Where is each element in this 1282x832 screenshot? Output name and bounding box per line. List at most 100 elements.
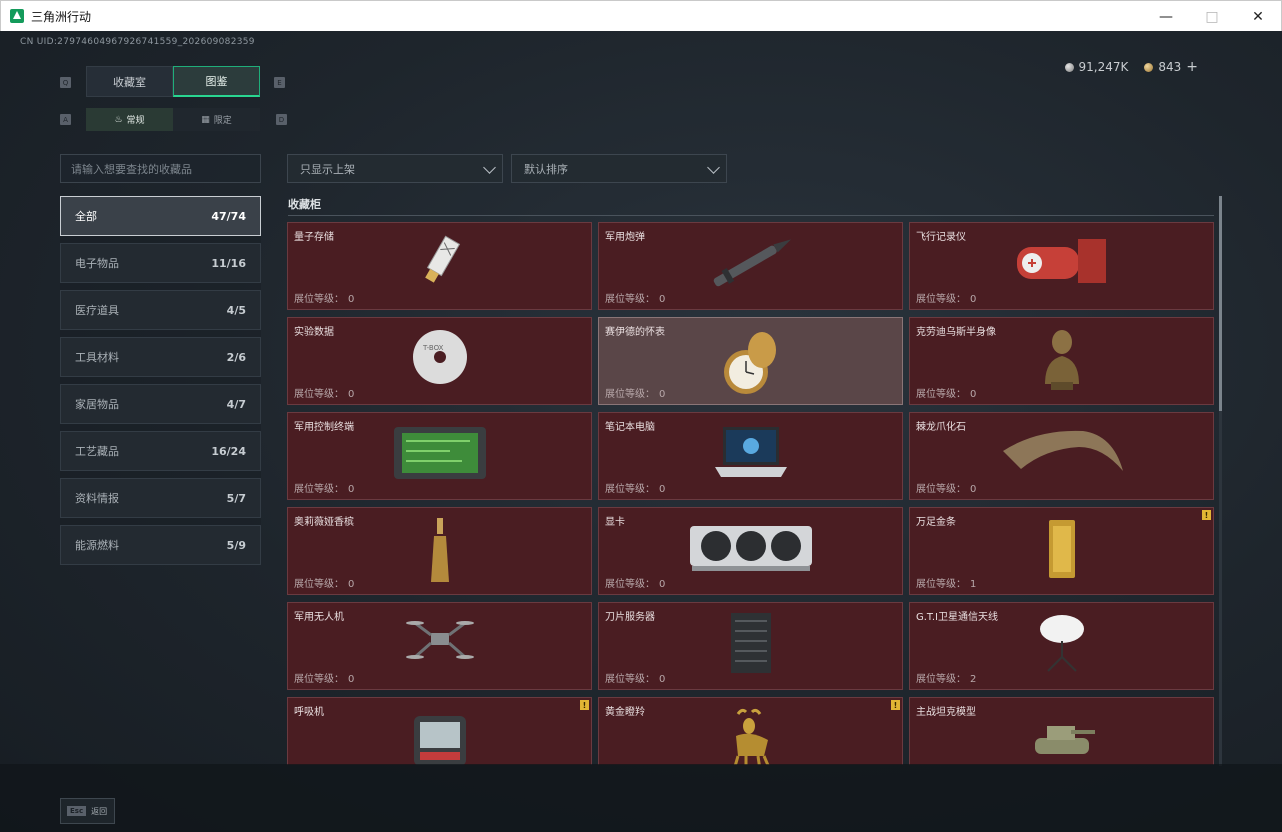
booth-level: 展位等级： 0	[294, 290, 354, 305]
subtab-limited[interactable]: ▦ 限定	[173, 108, 260, 131]
booth-level-label: 展位等级：	[916, 389, 966, 400]
collection-card[interactable]: 黄金瞪羚!	[598, 697, 903, 765]
booth-level-value: 0	[970, 294, 977, 305]
grid-icon: ▦	[201, 114, 210, 125]
booth-level: 展位等级： 0	[916, 480, 976, 495]
currency-gold[interactable]: 843 +	[1144, 59, 1198, 75]
collection-card[interactable]: 主战坦克模型	[909, 697, 1214, 765]
chevron-down-icon	[483, 161, 496, 174]
cabinet-title: 收藏柜	[288, 198, 321, 211]
booth-level-label: 展位等级：	[916, 484, 966, 495]
sub-tabs: ♨ 常规 ▦ 限定	[86, 108, 260, 131]
tab-codex[interactable]: 图鉴	[173, 66, 260, 97]
tab-collection-room[interactable]: 收藏室	[86, 66, 173, 97]
shelf-filter-value: 只显示上架	[300, 162, 355, 176]
cabinet-grid-viewport[interactable]: 量子存储 展位等级： 0 军用炮弹 展位等级： 0 飞行记录仪 展位等级： 0 实验数据 T-BOX…	[287, 222, 1214, 765]
booth-level: 展位等级： 0	[605, 575, 665, 590]
booth-level-value: 0	[659, 294, 666, 305]
category-item[interactable]: 资料情报 5/7	[60, 478, 261, 518]
category-count: 5/9	[226, 538, 246, 552]
cabinet-scrollbar[interactable]	[1219, 196, 1222, 766]
item-name: 棘龙爪化石	[916, 422, 966, 433]
collection-card[interactable]: 刀片服务器 展位等级： 0	[598, 602, 903, 690]
category-count: 4/7	[226, 397, 246, 411]
search-input[interactable]: 请输入想要查找的收藏品	[60, 154, 261, 183]
collection-card[interactable]: 军用控制终端 展位等级： 0	[287, 412, 592, 500]
collection-card[interactable]: 笔记本电脑 展位等级： 0	[598, 412, 903, 500]
minimize-icon[interactable]: —	[1143, 1, 1189, 32]
collection-card[interactable]: 呼吸机!	[287, 697, 592, 765]
collection-card[interactable]: 军用无人机展位等级： 0	[287, 602, 592, 690]
booth-level-value: 0	[348, 294, 355, 305]
category-label: 工具材料	[75, 351, 119, 364]
booth-level-label: 展位等级：	[916, 579, 966, 590]
alert-badge-icon: !	[1202, 510, 1211, 520]
collection-card[interactable]: 棘龙爪化石展位等级： 0	[909, 412, 1214, 500]
item-name: G.T.I卫星通信天线	[916, 612, 998, 623]
key-hint-e: E	[274, 77, 285, 88]
collection-card[interactable]: 显卡展位等级： 0	[598, 507, 903, 595]
sort-dropdown[interactable]: 默认排序	[511, 154, 727, 183]
cabinet-divider	[288, 215, 1214, 216]
booth-level-value: 0	[348, 579, 355, 590]
svg-text:T-BOX: T-BOX	[422, 344, 444, 352]
key-hint-q: Q	[60, 77, 71, 88]
booth-level: 展位等级： 0	[605, 670, 665, 685]
maximize-icon[interactable]: □	[1189, 1, 1235, 32]
item-image	[716, 706, 786, 765]
collection-card[interactable]: 飞行记录仪 展位等级： 0	[909, 222, 1214, 310]
booth-level-value: 0	[659, 674, 666, 685]
item-image	[711, 421, 791, 489]
collection-card[interactable]: 万足金条 展位等级： 1!	[909, 507, 1214, 595]
collection-card[interactable]: 实验数据 T-BOX 展位等级： 0	[287, 317, 592, 405]
window-controls: — □ ✕	[1143, 1, 1281, 32]
collection-card[interactable]: 军用炮弹 展位等级： 0	[598, 222, 903, 310]
category-item[interactable]: 电子物品 11/16	[60, 243, 261, 283]
booth-level-value: 0	[348, 484, 355, 495]
esc-key-hint: Esc	[67, 806, 87, 816]
item-image: T-BOX	[409, 326, 471, 392]
back-label: 返回	[91, 806, 108, 816]
item-name: 呼吸机	[294, 707, 324, 718]
item-image	[408, 706, 472, 765]
subtab-regular-label: 常规	[126, 116, 145, 126]
collection-card[interactable]: 量子存储 展位等级： 0	[287, 222, 592, 310]
booth-level-value: 0	[659, 579, 666, 590]
close-icon[interactable]: ✕	[1235, 1, 1281, 32]
item-image	[725, 611, 777, 679]
shelf-filter-dropdown[interactable]: 只显示上架	[287, 154, 503, 183]
item-name: 军用无人机	[294, 612, 344, 623]
item-name: 实验数据	[294, 327, 334, 338]
booth-level: 展位等级： 0	[605, 385, 665, 400]
category-item[interactable]: 全部 47/74	[60, 196, 261, 236]
scrollbar-thumb[interactable]	[1219, 196, 1222, 411]
booth-level-value: 0	[348, 674, 355, 685]
category-item[interactable]: 医疗道具 4/5	[60, 290, 261, 330]
item-name: 显卡	[605, 517, 625, 528]
category-item[interactable]: 家居物品 4/7	[60, 384, 261, 424]
currency-silver: 91,247K	[1064, 60, 1128, 74]
category-item[interactable]: 工具材料 2/6	[60, 337, 261, 377]
category-item[interactable]: 能源燃料 5/9	[60, 525, 261, 565]
sort-value: 默认排序	[524, 162, 568, 176]
subtab-regular[interactable]: ♨ 常规	[86, 108, 173, 131]
category-label: 家居物品	[75, 398, 119, 411]
alert-badge-icon: !	[580, 700, 589, 710]
key-hint-d: D	[276, 114, 287, 125]
collection-card[interactable]: 奥莉薇娅香槟 展位等级： 0	[287, 507, 592, 595]
category-item[interactable]: 工艺藏品 16/24	[60, 431, 261, 471]
booth-level: 展位等级： 0	[916, 290, 976, 305]
add-currency-icon[interactable]: +	[1186, 59, 1198, 75]
app-logo-icon	[10, 9, 24, 23]
booth-level: 展位等级： 0	[605, 480, 665, 495]
bottom-bar: Esc 返回	[0, 764, 1282, 832]
item-image	[1027, 706, 1097, 765]
collection-card[interactable]: 赛伊德的怀表 展位等级： 0	[598, 317, 903, 405]
booth-level-label: 展位等级：	[916, 674, 966, 685]
collection-card[interactable]: 克劳迪乌斯半身像 展位等级： 0	[909, 317, 1214, 405]
category-label: 能源燃料	[75, 539, 119, 552]
back-button[interactable]: Esc 返回	[60, 798, 115, 824]
gold-coin-icon	[1144, 62, 1154, 72]
collection-card[interactable]: G.T.I卫星通信天线 展位等级： 2	[909, 602, 1214, 690]
booth-level-label: 展位等级：	[294, 674, 344, 685]
